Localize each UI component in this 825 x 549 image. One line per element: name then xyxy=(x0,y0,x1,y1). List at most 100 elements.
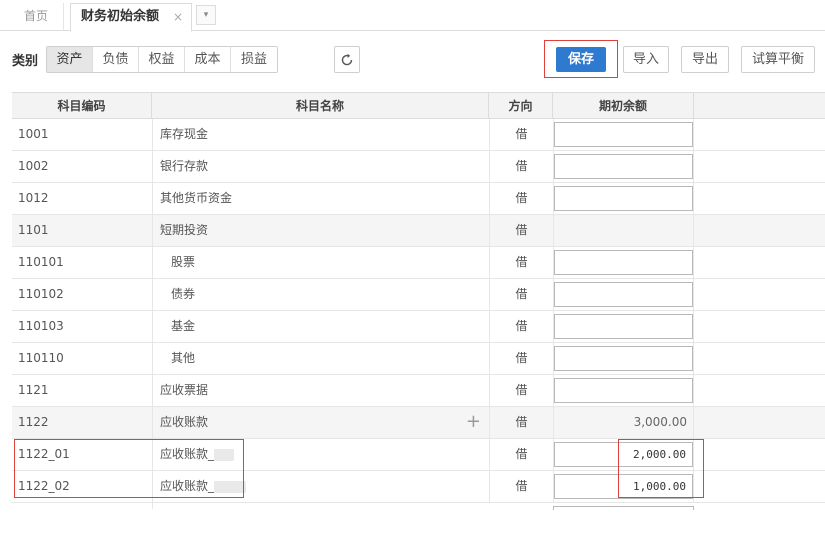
opening-balance-input[interactable] xyxy=(553,506,694,510)
account-name: 其他 xyxy=(152,343,489,374)
refresh-button[interactable] xyxy=(334,46,360,73)
chevron-down-icon[interactable]: ▾ xyxy=(196,5,216,25)
category-button-profit-loss[interactable]: 损益 xyxy=(231,47,277,72)
opening-balance-input[interactable] xyxy=(554,346,693,371)
category-button-liabilities[interactable]: 负债 xyxy=(93,47,139,72)
account-code: 110103 xyxy=(18,319,64,333)
opening-balance-cell[interactable] xyxy=(553,311,694,342)
direction: 借 xyxy=(489,311,553,342)
account-code: 1101 xyxy=(18,223,49,237)
account-name: 银行存款 xyxy=(152,151,489,182)
trial-balance-button[interactable]: 试算平衡 xyxy=(741,46,815,73)
opening-balance-cell: 3,000.00 xyxy=(553,407,694,438)
import-button[interactable]: 导入 xyxy=(623,46,669,73)
highlight-box-accounts xyxy=(14,439,244,498)
direction: 借 xyxy=(489,407,553,438)
account-code: 1122 xyxy=(18,415,49,429)
direction: 借 xyxy=(489,247,553,278)
account-name-text: 股票 xyxy=(171,255,196,269)
opening-balance-cell[interactable] xyxy=(553,119,694,150)
close-icon[interactable]: × xyxy=(173,4,183,30)
table-row[interactable]: 110103 基金 借 xyxy=(12,311,825,343)
opening-balance-input[interactable] xyxy=(554,154,693,179)
table-row[interactable]: 1002 银行存款 借 xyxy=(12,151,825,183)
account-name-text: 应收账款 xyxy=(160,415,209,429)
tab-initial-balance[interactable]: 财务初始余额 × xyxy=(70,3,192,32)
opening-balance-input[interactable] xyxy=(554,186,693,211)
header-direction: 方向 xyxy=(489,93,553,119)
account-name: 应收票据 xyxy=(152,375,489,406)
direction: 借 xyxy=(489,183,553,214)
account-code: 110101 xyxy=(18,255,64,269)
account-name: 库存现金 xyxy=(152,119,489,150)
category-button-group: 资产 负债 权益 成本 损益 xyxy=(46,46,278,73)
opening-balance-input[interactable] xyxy=(554,314,693,339)
header-code: 科目编码 xyxy=(12,93,152,119)
opening-balance-input[interactable] xyxy=(554,282,693,307)
header-amount: 期初余额 xyxy=(553,93,694,119)
account-code: 110102 xyxy=(18,287,64,301)
account-name-text: 其他货币资金 xyxy=(160,191,233,205)
opening-balance-cell[interactable] xyxy=(553,151,694,182)
table-row[interactable]: 110110 其他 借 xyxy=(12,343,825,375)
opening-balance-input[interactable] xyxy=(554,122,693,147)
direction: 借 xyxy=(489,279,553,310)
header-name: 科目名称 xyxy=(152,93,489,119)
direction: 借 xyxy=(489,119,553,150)
account-name: 股票 xyxy=(152,247,489,278)
category-button-equity[interactable]: 权益 xyxy=(139,47,185,72)
table-row[interactable]: 1121 应收票据 借 xyxy=(12,375,825,407)
account-name: 应收账款 + xyxy=(152,407,489,438)
export-button[interactable]: 导出 xyxy=(681,46,729,73)
account-name-text: 应收票据 xyxy=(160,383,209,397)
tab-initial-balance-label: 财务初始余额 xyxy=(81,9,160,24)
direction: 借 xyxy=(489,439,553,470)
account-name: 债券 xyxy=(152,279,489,310)
account-name: 其他货币资金 xyxy=(152,183,489,214)
opening-balance-cell xyxy=(553,215,694,246)
table-row xyxy=(12,503,825,510)
tab-home[interactable]: 首页 xyxy=(14,3,64,31)
table-row[interactable]: 1101 短期投资 借 xyxy=(12,215,825,247)
table-row[interactable]: 110102 债券 借 xyxy=(12,279,825,311)
direction: 借 xyxy=(489,375,553,406)
account-code: 1001 xyxy=(18,127,49,141)
direction: 借 xyxy=(489,151,553,182)
tab-home-label: 首页 xyxy=(24,9,49,23)
account-code: 1012 xyxy=(18,191,49,205)
account-code: 110110 xyxy=(18,351,64,365)
category-label: 类别 xyxy=(12,54,39,69)
opening-balance-cell[interactable] xyxy=(553,279,694,310)
category-button-cost[interactable]: 成本 xyxy=(185,47,231,72)
account-name-text: 银行存款 xyxy=(160,159,209,173)
account-name-text: 库存现金 xyxy=(160,127,209,141)
table-header: 科目编码 科目名称 方向 期初余额 xyxy=(12,92,825,119)
category-button-assets[interactable]: 资产 xyxy=(47,47,93,72)
opening-balance-cell[interactable] xyxy=(553,375,694,406)
account-name-text: 基金 xyxy=(171,319,196,333)
opening-balance-input[interactable] xyxy=(554,378,693,403)
opening-balance-cell[interactable] xyxy=(553,343,694,374)
table-row[interactable]: 1122 应收账款 + 借 3,000.00 xyxy=(12,407,825,439)
column-divider xyxy=(152,503,153,509)
opening-balance-cell[interactable] xyxy=(553,183,694,214)
table-row[interactable]: 1012 其他货币资金 借 xyxy=(12,183,825,215)
highlight-box-amounts xyxy=(618,439,704,498)
refresh-icon xyxy=(341,53,353,65)
plus-icon[interactable]: + xyxy=(466,407,481,436)
account-code: 1002 xyxy=(18,159,49,173)
opening-balance-cell[interactable] xyxy=(553,247,694,278)
table-row[interactable]: 1001 库存现金 借 xyxy=(12,119,825,151)
direction: 借 xyxy=(489,215,553,246)
account-code: 1121 xyxy=(18,383,49,397)
direction: 借 xyxy=(489,343,553,374)
save-button[interactable]: 保存 xyxy=(556,47,606,72)
account-name-text: 短期投资 xyxy=(160,223,209,237)
table-row[interactable]: 110101 股票 借 xyxy=(12,247,825,279)
opening-balance-input[interactable] xyxy=(554,250,693,275)
account-name-text: 债券 xyxy=(171,287,196,301)
account-name: 基金 xyxy=(152,311,489,342)
tab-bar: 首页 财务初始余额 × ▾ xyxy=(0,0,825,32)
direction: 借 xyxy=(489,471,553,502)
account-name: 短期投资 xyxy=(152,215,489,246)
